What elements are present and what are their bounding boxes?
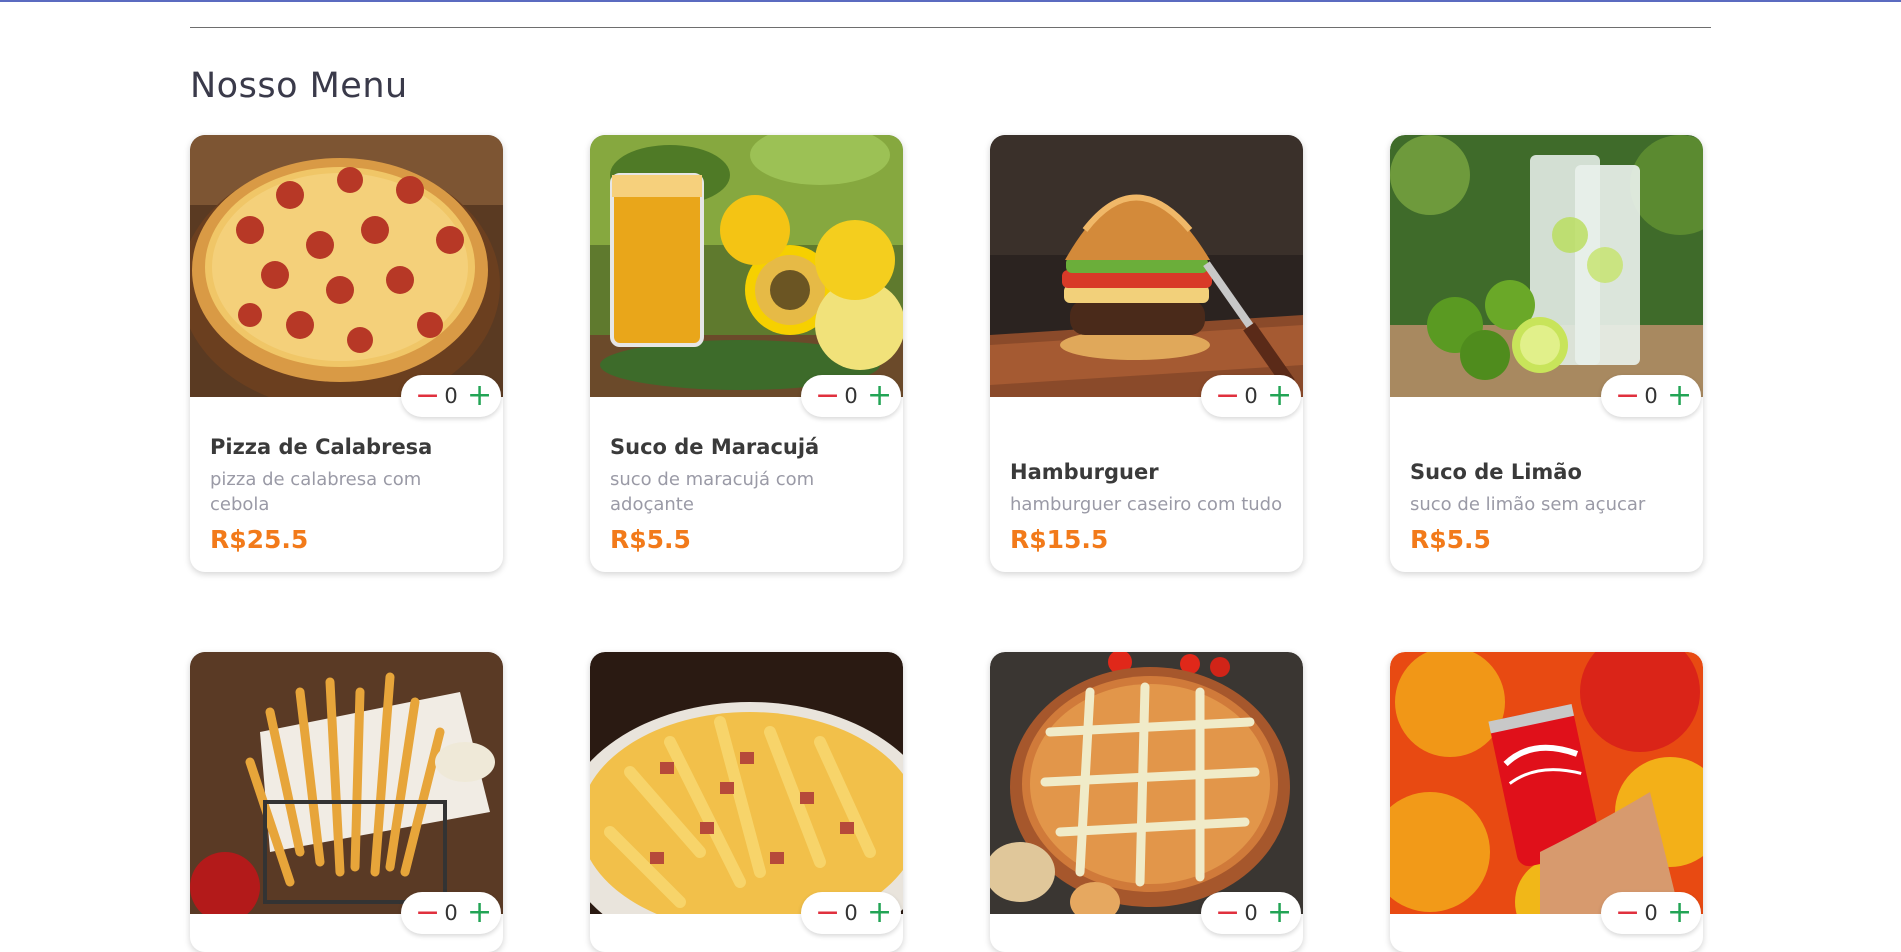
coca-cola-image <box>1390 652 1703 914</box>
menu-card-hamburguer[interactable]: − 0 + Hamburguer hamburguer caseiro com … <box>990 135 1303 572</box>
item-name: Suco de Limão <box>1410 460 1582 484</box>
item-name: Pizza de Calabresa <box>210 435 433 459</box>
decrease-button[interactable]: − <box>1215 381 1240 411</box>
quantity-stepper[interactable]: − 0 + <box>1601 892 1701 934</box>
decrease-button[interactable]: − <box>415 381 440 411</box>
item-description: pizza de calabresa com cebola <box>210 469 422 515</box>
lime-juice-image <box>1390 135 1703 397</box>
decrease-button[interactable]: − <box>815 381 840 411</box>
menu-title: Nosso Menu <box>190 66 408 106</box>
quantity-stepper[interactable]: − 0 + <box>801 892 901 934</box>
decrease-button[interactable]: − <box>415 898 440 928</box>
card-body: Pizza de Calabresa pizza de calabresa co… <box>210 425 485 554</box>
decrease-button[interactable]: − <box>1215 898 1240 928</box>
item-description: suco de maracujá com adoçante <box>610 469 815 515</box>
quantity-value: 0 <box>844 901 858 925</box>
pizza-image <box>190 135 503 397</box>
menu-card-suco-limao[interactable]: − 0 + Suco de Limão suco de limão sem aç… <box>1390 135 1703 572</box>
item-price: R$15.5 <box>1010 525 1109 554</box>
item-price: R$5.5 <box>1410 525 1491 554</box>
decrease-button[interactable]: − <box>1615 381 1640 411</box>
menu-card-pizza-calabresa[interactable]: − 0 + Pizza de Calabresa pizza de calabr… <box>190 135 503 572</box>
item-description: suco de limão sem açucar <box>1410 494 1646 515</box>
increase-button[interactable]: + <box>1667 381 1692 411</box>
menu-card-fries[interactable]: − 0 + <box>190 652 503 952</box>
increase-button[interactable]: + <box>1267 381 1292 411</box>
cheese-fries-image <box>590 652 903 914</box>
quantity-value: 0 <box>1244 384 1258 408</box>
item-price: R$5.5 <box>610 525 691 554</box>
section-divider <box>190 27 1711 28</box>
increase-button[interactable]: + <box>867 898 892 928</box>
french-fries-image <box>190 652 503 914</box>
item-name: Hamburguer <box>1010 460 1159 484</box>
card-body: Suco de Maracujá suco de maracujá com ad… <box>610 425 885 554</box>
increase-button[interactable]: + <box>1667 898 1692 928</box>
item-description: hamburguer caseiro com tudo <box>1010 494 1283 515</box>
card-body: Hamburguer hamburguer caseiro com tudo R… <box>1010 425 1285 554</box>
quantity-stepper[interactable]: − 0 + <box>1201 892 1301 934</box>
menu-card-chicken-pizza[interactable]: − 0 + <box>990 652 1303 952</box>
quantity-stepper[interactable]: − 0 + <box>1201 375 1301 417</box>
increase-button[interactable]: + <box>467 381 492 411</box>
quantity-stepper[interactable]: − 0 + <box>801 375 901 417</box>
quantity-value: 0 <box>844 384 858 408</box>
decrease-button[interactable]: − <box>1615 898 1640 928</box>
chicken-pizza-image <box>990 652 1303 914</box>
item-price: R$25.5 <box>210 525 309 554</box>
passion-fruit-juice-image <box>590 135 903 397</box>
quantity-value: 0 <box>444 901 458 925</box>
menu-card-coca-cola[interactable]: − 0 + <box>1390 652 1703 952</box>
increase-button[interactable]: + <box>1267 898 1292 928</box>
hamburger-image <box>990 135 1303 397</box>
quantity-stepper[interactable]: − 0 + <box>401 892 501 934</box>
quantity-value: 0 <box>1644 901 1658 925</box>
quantity-value: 0 <box>1244 901 1258 925</box>
quantity-value: 0 <box>1644 384 1658 408</box>
increase-button[interactable]: + <box>867 381 892 411</box>
decrease-button[interactable]: − <box>815 898 840 928</box>
top-accent-bar <box>0 0 1901 2</box>
quantity-stepper[interactable]: − 0 + <box>401 375 501 417</box>
item-name: Suco de Maracujá <box>610 435 820 459</box>
increase-button[interactable]: + <box>467 898 492 928</box>
menu-card-suco-maracuja[interactable]: − 0 + Suco de Maracujá suco de maracujá … <box>590 135 903 572</box>
quantity-stepper[interactable]: − 0 + <box>1601 375 1701 417</box>
card-body: Suco de Limão suco de limão sem açucar R… <box>1410 425 1685 554</box>
quantity-value: 0 <box>444 384 458 408</box>
menu-card-cheese-fries[interactable]: − 0 + <box>590 652 903 952</box>
